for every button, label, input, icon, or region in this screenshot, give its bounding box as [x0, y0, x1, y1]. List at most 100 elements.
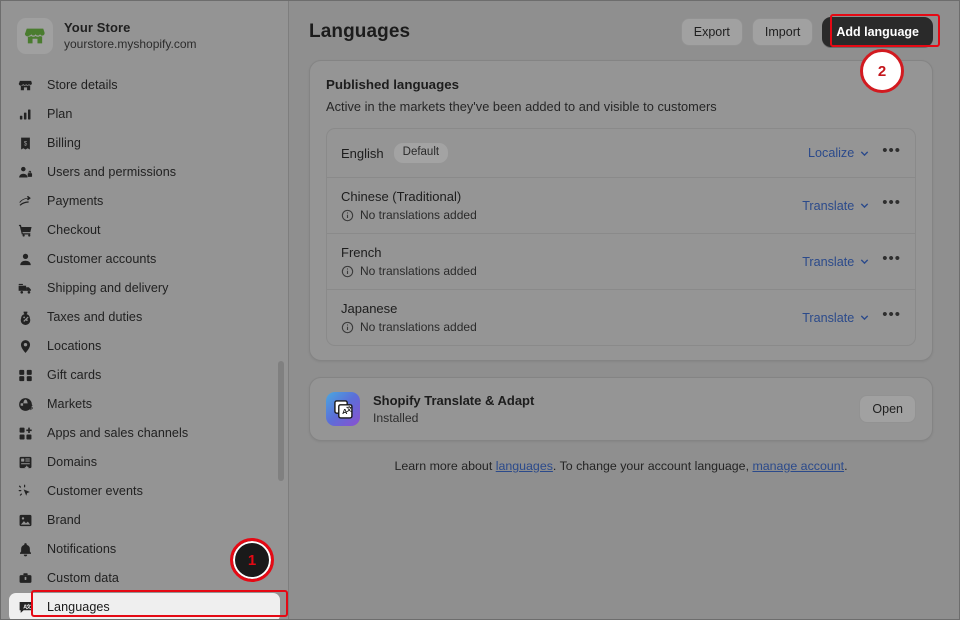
sidebar-item-label: Notifications	[47, 542, 117, 557]
page-header: Languages Export Import Add language	[289, 1, 959, 60]
row-menu-button[interactable]: •••	[882, 143, 901, 161]
annotation-badge-2: 2	[860, 49, 904, 93]
language-name: Chinese (Traditional)	[341, 189, 462, 204]
localize-label: Localize	[808, 146, 855, 160]
person-icon	[17, 251, 34, 268]
row-menu-button[interactable]: •••	[882, 251, 901, 269]
translate-icon: A文	[17, 599, 34, 616]
language-status-label: No translations added	[360, 320, 477, 334]
sidebar-item-label: Customer events	[47, 484, 143, 499]
chevron-down-icon	[861, 203, 869, 209]
sidebar-item-label: Domains	[47, 455, 98, 470]
language-status-label: No translations added	[360, 264, 477, 278]
import-button[interactable]: Import	[751, 18, 814, 46]
translate-label: Translate	[802, 254, 855, 269]
sidebar-item-locations[interactable]: Locations	[9, 332, 280, 361]
sidebar-item-checkout[interactable]: Checkout	[9, 216, 280, 245]
payment-card-icon	[17, 193, 34, 210]
translate-label: Translate	[802, 310, 855, 325]
sidebar: Your Store yourstore.myshopify.com Store…	[1, 1, 289, 619]
sidebar-item-taxes-and-duties[interactable]: Taxes and duties	[9, 303, 280, 332]
translate-label: Translate	[802, 198, 855, 213]
sidebar-item-customer-accounts[interactable]: Customer accounts	[9, 245, 280, 274]
open-app-button[interactable]: Open	[859, 395, 916, 423]
svg-text:$: $	[24, 140, 28, 147]
table-row: Japanese No translations added Translate	[327, 290, 915, 345]
sidebar-item-billing[interactable]: $ Billing	[9, 129, 280, 158]
published-languages-title: Published languages	[326, 77, 459, 92]
sidebar-item-label: Store details	[47, 78, 118, 93]
image-brand-icon	[17, 512, 34, 529]
sidebar-item-store-details[interactable]: Store details	[9, 71, 280, 100]
sidebar-nav: Store details Plan $ Billing Users and p…	[1, 69, 288, 619]
row-menu-button[interactable]: •••	[882, 195, 901, 213]
sidebar-item-label: Checkout	[47, 223, 101, 238]
storefront-icon	[17, 77, 34, 94]
tax-tag-icon	[17, 309, 34, 326]
chevron-down-icon	[861, 150, 869, 156]
annotation-badge-1: 1	[230, 538, 274, 582]
info-icon	[341, 209, 354, 221]
language-list: English Default Localize ••• Chinese (Tr…	[326, 128, 916, 346]
app-install-state: Installed	[373, 411, 419, 425]
manage-account-link[interactable]: manage account	[752, 459, 844, 473]
row-menu-button[interactable]: •••	[882, 307, 901, 325]
language-status: No translations added	[341, 320, 477, 334]
translate-action[interactable]: Translate	[802, 255, 870, 269]
sidebar-item-customer-events[interactable]: Customer events	[9, 477, 280, 506]
sidebar-item-shipping-and-delivery[interactable]: Shipping and delivery	[9, 274, 280, 303]
content-area: Published languages Active in the market…	[289, 60, 959, 473]
receipt-dollar-icon: $	[17, 135, 34, 152]
store-domain: yourstore.myshopify.com	[64, 37, 197, 52]
sidebar-item-label: Markets	[47, 397, 93, 412]
translate-app-icon: A 文	[326, 392, 360, 426]
published-languages-card: Published languages Active in the market…	[309, 60, 933, 361]
export-button[interactable]: Export	[680, 18, 743, 46]
sidebar-item-gift-cards[interactable]: Gift cards	[9, 361, 280, 390]
svg-text:$: $	[29, 402, 33, 411]
info-icon	[341, 265, 354, 277]
footnote: Learn more about languages. To change yo…	[309, 459, 933, 473]
store-name: Your Store	[64, 19, 131, 35]
chart-bars-icon	[17, 106, 34, 123]
shopping-cart-icon	[17, 222, 34, 239]
info-icon	[341, 321, 354, 333]
sidebar-scrollbar-thumb[interactable]	[278, 361, 284, 481]
sidebar-item-apps-and-sales-channels[interactable]: Apps and sales channels	[9, 419, 280, 448]
sidebar-item-brand[interactable]: Brand	[9, 506, 280, 535]
users-lock-icon	[17, 164, 34, 181]
store-header[interactable]: Your Store yourstore.myshopify.com	[1, 1, 288, 69]
footnote-text-2: . To change your account language,	[552, 459, 753, 473]
localize-action[interactable]: Localize	[808, 146, 870, 160]
domain-icon	[17, 454, 34, 471]
sidebar-item-label: Billing	[47, 136, 81, 151]
main-content: Languages Export Import Add language Pub…	[289, 1, 959, 619]
languages-link[interactable]: languages	[496, 459, 553, 473]
sidebar-item-label: Customer accounts	[47, 252, 157, 267]
sidebar-item-label: Taxes and duties	[47, 310, 143, 325]
svg-text:文: 文	[346, 405, 353, 413]
translate-action[interactable]: Translate	[802, 311, 870, 325]
translate-action[interactable]: Translate	[802, 199, 870, 213]
table-row: French No translations added Translate •…	[327, 234, 915, 290]
sidebar-item-label: Brand	[47, 513, 81, 528]
add-language-button[interactable]: Add language	[822, 17, 933, 47]
map-pin-icon	[17, 338, 34, 355]
sidebar-scrollbar-track[interactable]	[278, 61, 286, 611]
sidebar-item-plan[interactable]: Plan	[9, 100, 280, 129]
shopify-admin-languages-page: Your Store yourstore.myshopify.com Store…	[0, 0, 960, 620]
gift-card-icon	[17, 367, 34, 384]
published-languages-subtitle: Active in the markets they've been added…	[326, 99, 717, 114]
database-icon	[17, 570, 34, 587]
sidebar-item-markets[interactable]: $ Markets	[9, 390, 280, 419]
language-status-label: No translations added	[360, 208, 477, 222]
sidebar-item-domains[interactable]: Domains	[9, 448, 280, 477]
cursor-click-icon	[17, 483, 34, 500]
sidebar-item-languages[interactable]: A文 Languages	[9, 592, 280, 619]
page-title: Languages	[309, 21, 411, 42]
table-row: Chinese (Traditional) No translations ad…	[327, 178, 915, 234]
footnote-text-3: .	[844, 459, 848, 473]
sidebar-item-payments[interactable]: Payments	[9, 187, 280, 216]
sidebar-item-users-and-permissions[interactable]: Users and permissions	[9, 158, 280, 187]
sidebar-item-label: Locations	[47, 339, 102, 354]
